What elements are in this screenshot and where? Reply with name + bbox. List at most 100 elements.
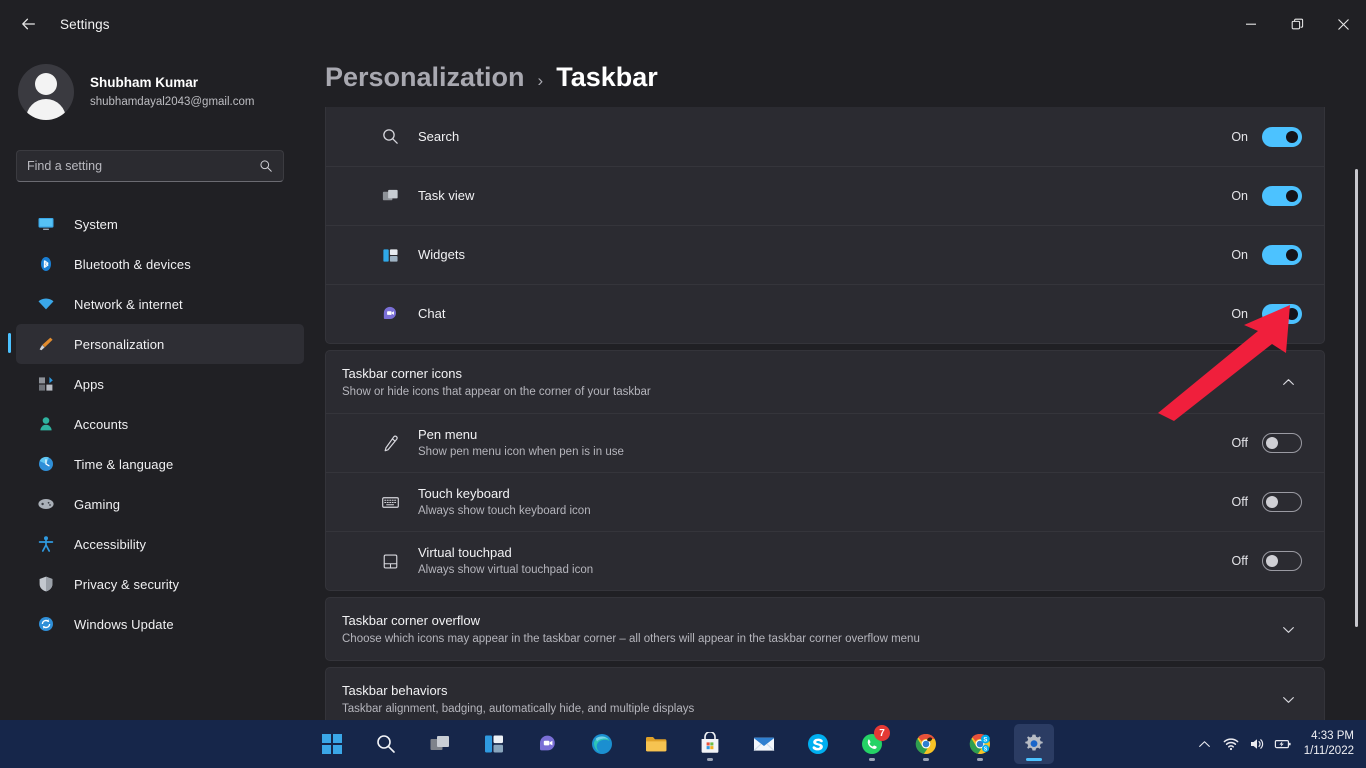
setting-row-pen-menu[interactable]: Pen menu Show pen menu icon when pen is …: [326, 413, 1324, 472]
update-icon: [36, 614, 56, 634]
minimize-button[interactable]: [1228, 0, 1274, 48]
virtual-touchpad-toggle[interactable]: [1262, 551, 1302, 571]
sidebar-item-accounts[interactable]: Accounts: [16, 404, 304, 444]
sidebar-item-label: Network & internet: [74, 297, 183, 312]
keyboard-icon: [378, 490, 402, 514]
battery-charging-icon[interactable]: [1270, 720, 1296, 768]
sidebar-item-system[interactable]: System: [16, 204, 304, 244]
sidebar-item-label: Accounts: [74, 417, 128, 432]
microsoft-store-icon: [698, 732, 722, 756]
chevron-up-icon[interactable]: [1274, 368, 1302, 396]
taskbar-chrome-skype-button[interactable]: S S: [960, 724, 1000, 764]
sidebar-item-personalization[interactable]: Personalization: [16, 324, 304, 364]
pen-menu-toggle[interactable]: [1262, 433, 1302, 453]
taskbar-widgets-button[interactable]: [474, 724, 514, 764]
sidebar-item-time-language[interactable]: Time & language: [16, 444, 304, 484]
taskbar-task-view-button[interactable]: [420, 724, 460, 764]
widgets-icon: [378, 243, 402, 267]
setting-row-label: Chat: [418, 306, 445, 321]
user-profile[interactable]: Shubham Kumar shubhamdayal2043@gmail.com: [0, 48, 320, 128]
notification-badge: 7: [874, 725, 890, 741]
chevron-down-icon[interactable]: [1274, 685, 1302, 713]
setting-row-task-view[interactable]: Task view On: [326, 166, 1324, 225]
taskbar-mail-button[interactable]: [744, 724, 784, 764]
toggle-state-label: Off: [1232, 436, 1248, 450]
speaker-icon[interactable]: [1244, 720, 1270, 768]
apps-icon: [36, 374, 56, 394]
chevron-up-icon[interactable]: [1192, 720, 1218, 768]
toggle-state-label: On: [1231, 189, 1248, 203]
wifi-icon[interactable]: [1218, 720, 1244, 768]
task-view-toggle[interactable]: [1262, 186, 1302, 206]
sidebar-item-label: System: [74, 217, 118, 232]
setting-row-label: Touch keyboard: [418, 485, 1232, 502]
sidebar: Shubham Kumar shubhamdayal2043@gmail.com: [0, 48, 320, 720]
back-button[interactable]: [8, 8, 48, 40]
chat-toggle[interactable]: [1262, 304, 1302, 324]
chevron-down-icon[interactable]: [1274, 615, 1302, 643]
window-controls: [1228, 0, 1366, 48]
search-toggle[interactable]: [1262, 127, 1302, 147]
chat-icon: [537, 733, 559, 755]
settings-window: Settings: [0, 0, 1366, 768]
taskbar-corner-icons-header[interactable]: Taskbar corner icons Show or hide icons …: [326, 351, 1324, 413]
sidebar-item-privacy-security[interactable]: Privacy & security: [16, 564, 304, 604]
close-icon: [1337, 18, 1350, 31]
content-scrollbar[interactable]: [1355, 169, 1358, 627]
taskbar-chrome-button[interactable]: [906, 724, 946, 764]
setting-row-search[interactable]: Search On: [326, 107, 1324, 166]
pen-icon: [378, 431, 402, 455]
taskview-icon: [378, 184, 402, 208]
taskbar-microsoft-store-button[interactable]: [690, 724, 730, 764]
breadcrumb-parent[interactable]: Personalization: [325, 62, 525, 93]
breadcrumb: Personalization › Taskbar: [320, 48, 1366, 107]
setting-row-label: Widgets: [418, 247, 465, 262]
user-email: shubhamdayal2043@gmail.com: [90, 94, 254, 111]
taskbar-behaviors-header[interactable]: Taskbar behaviors Taskbar alignment, bad…: [326, 668, 1324, 720]
restore-icon: [1291, 18, 1304, 31]
taskbar-file-explorer-button[interactable]: [636, 724, 676, 764]
close-button[interactable]: [1320, 0, 1366, 48]
start-button[interactable]: [312, 724, 352, 764]
taskbar-search-button[interactable]: [366, 724, 406, 764]
setting-row-widgets[interactable]: Widgets On: [326, 225, 1324, 284]
windows-taskbar: 7: [0, 720, 1366, 768]
taskbar-skype-button[interactable]: [798, 724, 838, 764]
sidebar-item-bluetooth-devices[interactable]: Bluetooth & devices: [16, 244, 304, 284]
svg-text:S: S: [983, 737, 987, 743]
toggle-state-label: Off: [1232, 554, 1248, 568]
sidebar-item-gaming[interactable]: Gaming: [16, 484, 304, 524]
sidebar-item-network-internet[interactable]: Network & internet: [16, 284, 304, 324]
setting-row-virtual-touchpad[interactable]: Virtual touchpad Always show virtual tou…: [326, 531, 1324, 590]
section-title: Taskbar corner overflow: [342, 612, 1274, 630]
system-tray: 4:33 PM 1/11/2022: [1192, 720, 1366, 768]
touch-keyboard-toggle[interactable]: [1262, 492, 1302, 512]
restore-button[interactable]: [1274, 0, 1320, 48]
setting-row-touch-keyboard[interactable]: Touch keyboard Always show touch keyboar…: [326, 472, 1324, 531]
gamepad-icon: [36, 494, 56, 514]
sidebar-item-apps[interactable]: Apps: [16, 364, 304, 404]
widgets-toggle[interactable]: [1262, 245, 1302, 265]
taskbar-corner-overflow-header[interactable]: Taskbar corner overflow Choose which ico…: [326, 598, 1324, 660]
chrome-skype-icon: S S: [968, 732, 992, 756]
sidebar-item-windows-update[interactable]: Windows Update: [16, 604, 304, 644]
user-name: Shubham Kumar: [90, 74, 254, 92]
section-subtitle: Taskbar alignment, badging, automaticall…: [342, 701, 1274, 717]
sidebar-item-accessibility[interactable]: Accessibility: [16, 524, 304, 564]
search-icon: [259, 159, 273, 173]
search-input[interactable]: [27, 159, 259, 173]
setting-row-chat[interactable]: Chat On: [326, 284, 1324, 343]
breadcrumb-separator: ›: [538, 71, 544, 91]
title-bar: Settings: [0, 0, 1366, 48]
widgets-icon: [483, 733, 505, 755]
paintbrush-icon: [36, 334, 56, 354]
taskbar-corner-icons-card: Taskbar corner icons Show or hide icons …: [325, 350, 1325, 591]
taskbar-edge-button[interactable]: [582, 724, 622, 764]
taskbar-whatsapp-button[interactable]: 7: [852, 724, 892, 764]
search-box[interactable]: [16, 150, 284, 182]
accessibility-icon: [36, 534, 56, 554]
shield-icon: [36, 574, 56, 594]
clock[interactable]: 4:33 PM 1/11/2022: [1304, 729, 1354, 759]
taskbar-settings-button[interactable]: [1014, 724, 1054, 764]
taskbar-chat-button[interactable]: [528, 724, 568, 764]
